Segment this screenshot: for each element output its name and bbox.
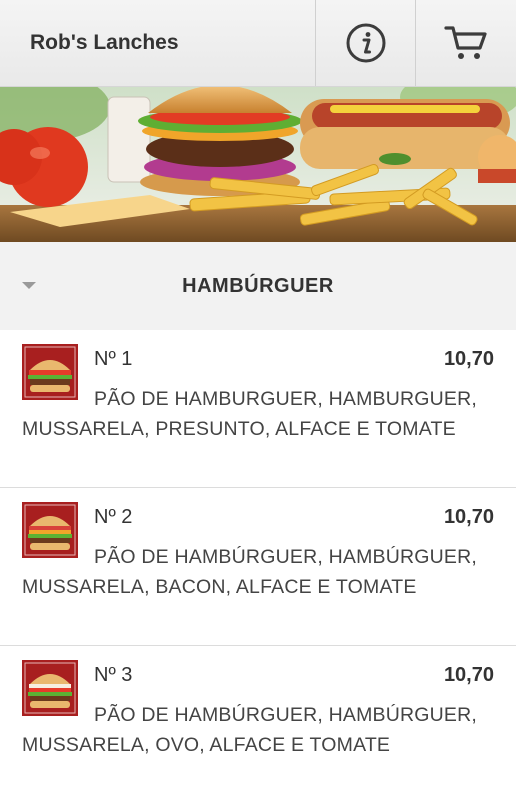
item-name: Nº 1 xyxy=(94,348,133,370)
item-name: Nº 3 xyxy=(94,664,133,686)
item-description: PÃO DE HAMBÚRGUER, HAMBÚRGUER, MUSSARELA… xyxy=(22,546,478,598)
menu-item-list: Nº 1 10,70 PÃO DE HAMBURGUER, HAMBURGUER… xyxy=(0,330,516,800)
cart-button[interactable] xyxy=(415,0,516,86)
info-icon xyxy=(346,23,385,63)
menu-item[interactable]: Nº 1 10,70 PÃO DE HAMBURGUER, HAMBURGUER… xyxy=(0,330,516,488)
menu-item[interactable]: Nº 2 10,70 PÃO DE HAMBÚRGUER, HAMBÚRGUER… xyxy=(0,488,516,646)
item-price: 10,70 xyxy=(443,348,494,370)
menu-item[interactable]: Nº 3 10,70 PÃO DE HAMBÚRGUER, HAMBÚRGUER… xyxy=(0,646,516,800)
item-description: PÃO DE HAMBURGUER, HAMBURGUER, MUSSARELA… xyxy=(22,388,478,440)
app-screen: Rob's Lanches HAMBÚRGUER Nº 1 10,70 PÃO … xyxy=(0,0,516,800)
app-title: Rob's Lanches xyxy=(30,31,179,54)
cart-icon xyxy=(444,26,487,59)
item-price: 10,70 xyxy=(443,506,494,528)
hero-banner-image xyxy=(0,87,516,242)
caret-down-icon xyxy=(22,282,36,289)
item-description: PÃO DE HAMBÚRGUER, HAMBÚRGUER, MUSSARELA… xyxy=(22,704,478,756)
category-label: HAMBÚRGUER xyxy=(182,274,334,297)
app-header: Rob's Lanches xyxy=(0,0,516,87)
info-button[interactable] xyxy=(315,0,415,86)
category-header-hamburguer[interactable]: HAMBÚRGUER xyxy=(0,242,516,330)
item-name: Nº 2 xyxy=(94,506,133,528)
item-price: 10,70 xyxy=(443,664,494,686)
